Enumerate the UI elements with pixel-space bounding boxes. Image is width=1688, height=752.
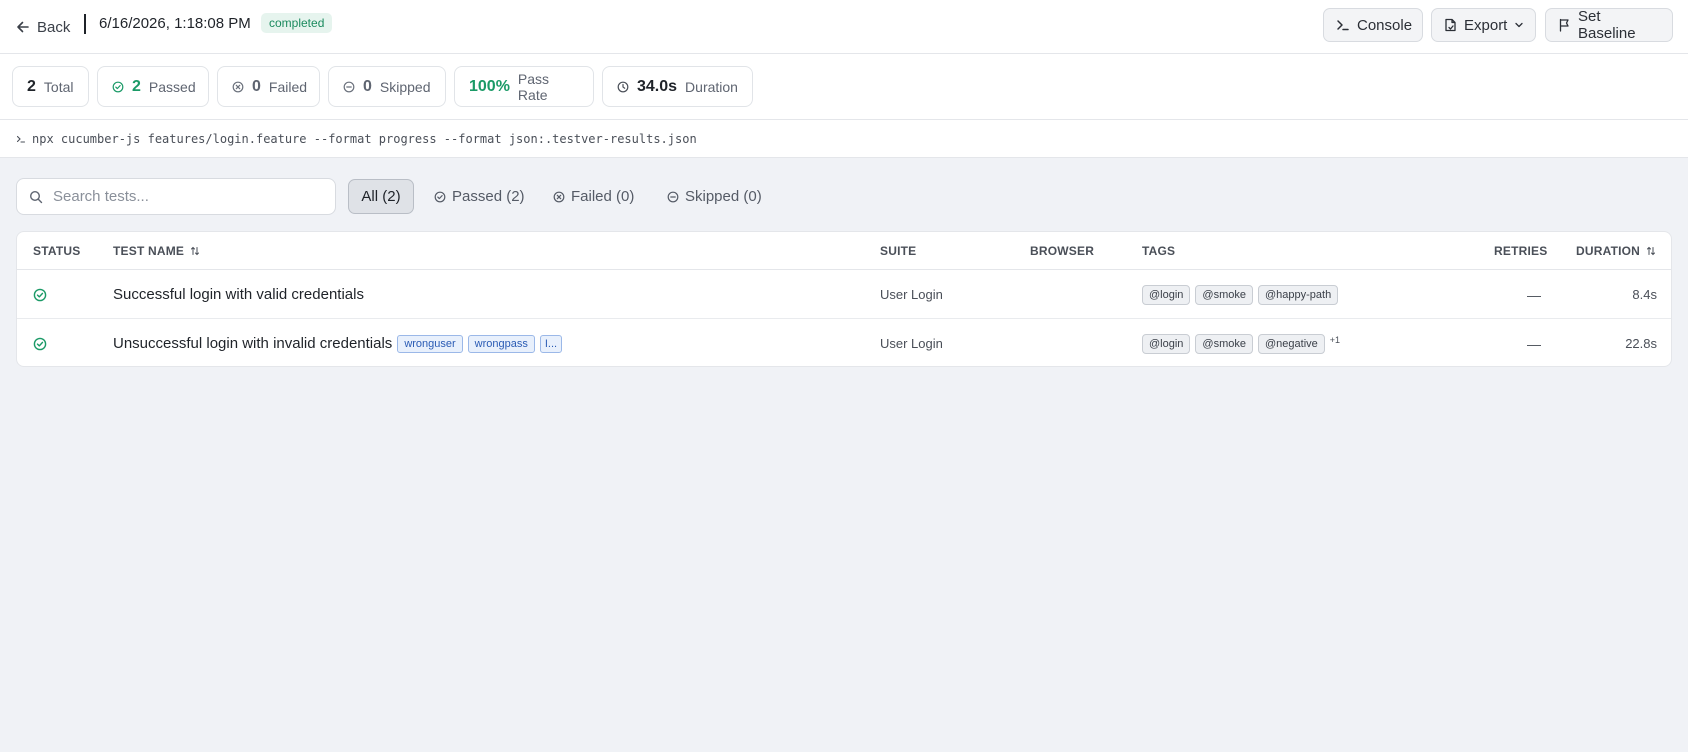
filter-passed[interactable]: Passed (2) [422, 179, 537, 214]
filter-all[interactable]: All (2) [348, 179, 414, 214]
table-row[interactable]: Successful login with valid credentials … [17, 270, 1671, 319]
search-input[interactable] [53, 188, 313, 205]
table-header: STATUS TEST NAME SUITE BROWSER TAGS RETR… [17, 232, 1671, 270]
filter-skipped-label: Skipped (0) [685, 188, 762, 205]
stat-duration-label: Duration [685, 78, 738, 95]
stat-failed-label: Failed [268, 78, 308, 95]
test-name: Successful login with valid credentials [113, 286, 364, 303]
tag: @smoke [1195, 333, 1253, 354]
tag: @negative [1258, 333, 1325, 354]
search-box [16, 178, 336, 215]
tag: @login [1142, 284, 1191, 305]
stat-total-value: 2 [27, 77, 36, 95]
stat-total: 2 Total [12, 66, 89, 107]
table-row[interactable]: Unsuccessful login with invalid credenti… [17, 319, 1671, 366]
search-icon [29, 190, 43, 204]
stat-failed-value: 0 [252, 77, 261, 95]
filter-skipped[interactable]: Skipped (0) [655, 179, 774, 214]
filter-all-label: All (2) [361, 188, 401, 205]
console-button[interactable]: Console [1323, 8, 1423, 42]
param-tag: wronguser [397, 334, 463, 353]
minus-circle-icon [667, 191, 679, 203]
tag: @smoke [1195, 284, 1253, 305]
tag: @login [1142, 333, 1191, 354]
col-suite: SUITE [880, 244, 917, 258]
stats-bar: 2 Total 2 Passed 0 Failed 0 Skipped 100%… [0, 54, 1688, 120]
sort-icon [1646, 246, 1656, 256]
filter-failed-label: Failed (0) [571, 188, 635, 205]
stat-passed-value: 2 [132, 77, 141, 95]
test-retries: — [1527, 286, 1541, 303]
x-circle-icon [232, 81, 244, 93]
col-retries: RETRIES [1494, 244, 1548, 258]
test-suite: User Login [880, 287, 943, 302]
status-passed-icon [33, 270, 47, 319]
stat-pass-rate: 100% Pass Rate [454, 66, 594, 107]
stat-pass-rate-label: Pass Rate [517, 70, 550, 103]
chevron-down-icon [1514, 20, 1524, 30]
flag-icon [1558, 18, 1571, 32]
set-baseline-button[interactable]: Set Baseline [1545, 8, 1673, 42]
back-label: Back [37, 18, 71, 36]
command-text: npx cucumber-js features/login.feature -… [32, 131, 697, 146]
stat-skipped-label: Skipped [379, 78, 431, 95]
header-divider [84, 14, 86, 34]
back-button[interactable]: Back [16, 14, 70, 40]
tag-list: @login @smoke @negative +1 [1142, 319, 1340, 366]
stat-passed: 2 Passed [97, 66, 209, 107]
status-passed-icon [33, 319, 47, 366]
status-badge: completed [261, 13, 333, 33]
param-tag: I... [539, 334, 563, 353]
col-test-name[interactable]: TEST NAME [113, 244, 200, 258]
stat-duration-value: 34.0s [637, 77, 678, 95]
test-duration: 22.8s [1625, 336, 1657, 351]
stat-passed-label: Passed [148, 78, 196, 95]
check-circle-icon [434, 191, 446, 203]
stat-total-label: Total [43, 78, 74, 95]
param-tag: wrongpass [467, 334, 535, 353]
test-duration: 8.4s [1632, 287, 1657, 302]
clock-icon [617, 81, 629, 93]
results-table: STATUS TEST NAME SUITE BROWSER TAGS RETR… [16, 231, 1672, 367]
test-suite: User Login [880, 336, 943, 351]
col-status: STATUS [33, 244, 81, 258]
stat-pass-rate-value: 100% [469, 77, 510, 95]
tag-list: @login @smoke @happy-path [1142, 270, 1343, 319]
col-duration-label: DURATION [1576, 244, 1641, 258]
test-name: Unsuccessful login with invalid credenti… [113, 335, 393, 352]
check-circle-icon [112, 81, 124, 93]
filter-passed-label: Passed (2) [452, 188, 525, 205]
terminal-prompt-icon [16, 134, 26, 144]
x-circle-icon [553, 191, 565, 203]
export-label: Export [1464, 16, 1508, 34]
set-baseline-label: Set Baseline [1578, 8, 1636, 42]
col-browser: BROWSER [1030, 244, 1095, 258]
arrow-left-icon [16, 20, 30, 34]
run-date: 6/16/2026, 1:18:08 PM [99, 15, 251, 32]
col-tags: TAGS [1142, 244, 1176, 258]
more-tags-count[interactable]: +1 [1330, 335, 1340, 345]
filter-failed[interactable]: Failed (0) [541, 179, 646, 214]
console-label: Console [1357, 16, 1413, 34]
col-duration[interactable]: DURATION [1576, 244, 1656, 258]
command-bar: npx cucumber-js features/login.feature -… [0, 120, 1688, 158]
top-bar: Back 6/16/2026, 1:18:08 PM completed Con… [0, 0, 1688, 54]
file-icon [1444, 18, 1457, 32]
col-test-name-label: TEST NAME [113, 244, 185, 258]
minus-circle-icon [343, 81, 355, 93]
test-retries: — [1527, 335, 1541, 352]
terminal-icon [1336, 18, 1350, 32]
tag: @happy-path [1258, 284, 1339, 305]
test-name-cell: Unsuccessful login with invalid credenti… [113, 319, 563, 366]
stat-duration: 34.0s Duration [602, 66, 753, 107]
stat-skipped: 0 Skipped [328, 66, 446, 107]
sort-icon [190, 246, 200, 256]
stat-failed: 0 Failed [217, 66, 320, 107]
export-button[interactable]: Export [1431, 8, 1536, 42]
stat-skipped-value: 0 [363, 77, 372, 95]
